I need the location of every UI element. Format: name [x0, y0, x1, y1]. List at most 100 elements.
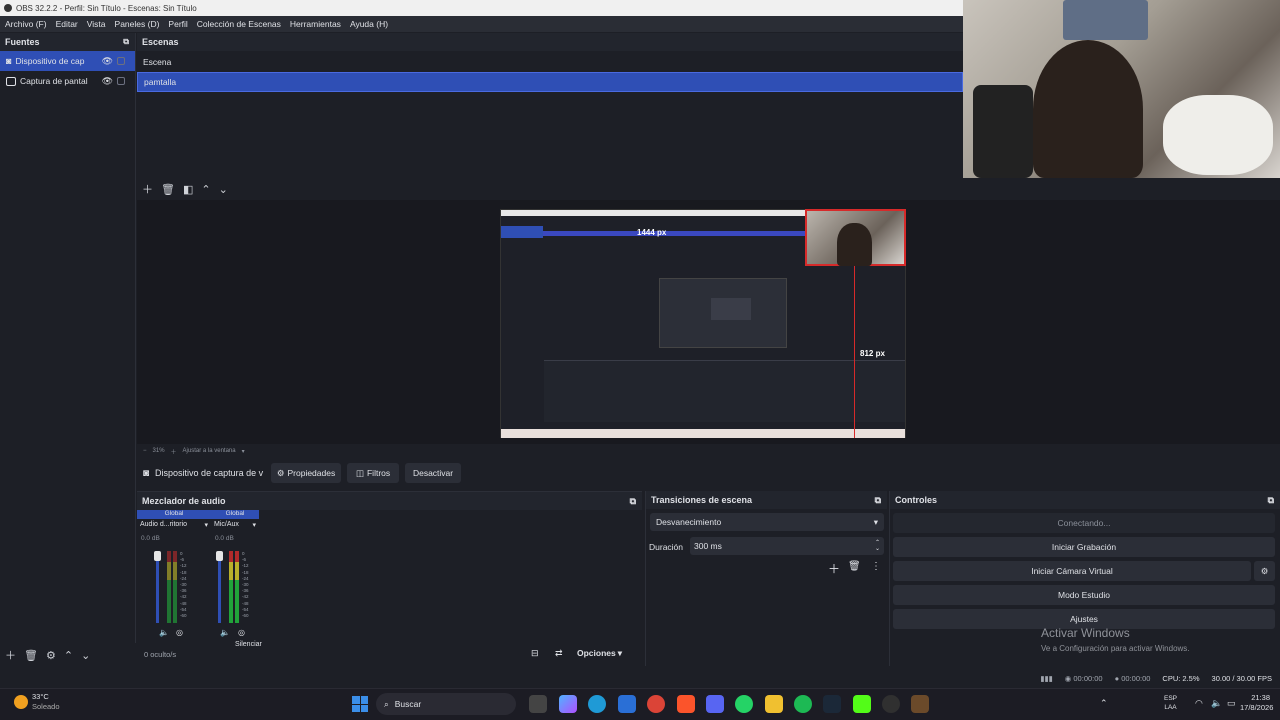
dropdown-icon[interactable]: ▾ — [252, 521, 256, 529]
brave-icon[interactable] — [677, 695, 695, 713]
explorer-icon[interactable] — [765, 695, 783, 713]
options-label: Opciones — [577, 648, 616, 658]
source-item-screen[interactable]: Captura de pantal 👁 — [0, 71, 135, 91]
gear-icon[interactable]: ⚙ — [46, 649, 56, 662]
properties-button[interactable]: ⚙ Propiedades — [271, 463, 342, 483]
duration-label: Duración — [649, 542, 684, 552]
app-icon[interactable] — [911, 695, 929, 713]
windows-taskbar — [0, 688, 1280, 720]
virtual-camera-settings-button[interactable]: ⚙ — [1254, 561, 1275, 581]
channel-name: Mic/Aux — [214, 521, 239, 528]
speaker-icon[interactable]: 🔈 — [159, 628, 169, 637]
menu-editar[interactable]: Editar — [56, 19, 78, 29]
clock[interactable]: 21:38 17/8/2026 — [1240, 693, 1273, 713]
gear-icon: ⚙ — [1260, 565, 1269, 576]
preview-area[interactable]: 1444 px 812 px − 31% ＋ Ajustar a la vent… — [137, 200, 1280, 456]
menu-perfil[interactable]: Perfil — [168, 19, 187, 29]
taskview-icon[interactable] — [529, 695, 547, 713]
kick-icon[interactable] — [853, 695, 871, 713]
fps: 30.00 / 30.00 FPS — [1211, 674, 1272, 683]
transitions-title: Transiciones de escena ⧉ — [646, 491, 887, 509]
filter-icon[interactable]: ◧ — [183, 183, 193, 196]
monitor-headphones-icon[interactable]: ◎ — [238, 628, 245, 637]
start-virtual-camera-button[interactable]: Iniciar Cámara Virtual — [893, 561, 1251, 581]
menu-vista[interactable]: Vista — [87, 19, 106, 29]
add-icon[interactable]: ＋ — [828, 560, 840, 577]
lock-icon[interactable] — [117, 57, 125, 65]
menu-herramientas[interactable]: Herramientas — [290, 19, 341, 29]
trash-icon[interactable]: 🗑 — [848, 561, 861, 572]
chevron-up-icon[interactable]: ⌃ — [201, 183, 210, 196]
studio-mode-button[interactable]: Modo Estudio — [893, 585, 1275, 605]
chevron-down-icon[interactable]: ⌄ — [219, 183, 228, 196]
menu-paneles[interactable]: Paneles (D) — [115, 19, 160, 29]
mixer-title: Mezclador de audio ⧉ — [137, 492, 642, 510]
chevron-up-icon[interactable]: ⌃ — [64, 649, 73, 662]
scenes-toolbar: ＋ 🗑 ◧ ⌃ ⌄ — [140, 181, 340, 197]
visibility-eye-icon[interactable]: 👁 — [102, 56, 113, 67]
fit-window[interactable]: Ajustar a la ventana — [183, 448, 236, 454]
scene-item-escena[interactable]: Escena — [137, 52, 963, 72]
layout-icon[interactable]: ⊟ — [531, 648, 539, 659]
battery-icon[interactable]: ▭ — [1227, 698, 1236, 709]
weather-widget[interactable]: 33°C Soleado — [14, 692, 60, 712]
webcam-feed — [963, 0, 1280, 178]
options-button[interactable]: Opciones ▾ — [577, 648, 622, 659]
whatsapp-icon[interactable] — [735, 695, 753, 713]
obs-icon[interactable] — [882, 695, 900, 713]
store-icon[interactable] — [618, 695, 636, 713]
add-icon[interactable]: ＋ — [5, 647, 16, 663]
mixer-channel-desktop: Global Audio d...ritorio ▾ 0.0 dB 0 -6 -12… — [137, 510, 211, 645]
trash-icon[interactable]: 🗑 — [24, 649, 38, 662]
taskbar-search[interactable]: ⌕ Buscar — [376, 693, 516, 715]
scene-item-pamtalla[interactable]: pamtalla — [137, 72, 963, 92]
menu-coleccion[interactable]: Colección de Escenas — [197, 19, 281, 29]
language-indicator[interactable]: ESP LAA — [1164, 694, 1177, 712]
undock-icon[interactable]: ⧉ — [1268, 495, 1274, 506]
stepper-icon[interactable]: ⌃ ⌄ — [875, 540, 880, 552]
more-options-icon[interactable]: ⋮ — [871, 561, 881, 572]
discord-icon[interactable] — [706, 695, 724, 713]
zoom-out-icon[interactable]: − — [143, 448, 147, 454]
wifi-icon[interactable]: ◠ — [1195, 698, 1203, 709]
undock-icon[interactable]: ⧉ — [630, 496, 636, 507]
dropdown-icon[interactable]: ▾ — [204, 521, 208, 529]
source-item-camera[interactable]: ◙ Dispositivo de cap 👁 — [0, 51, 135, 71]
start-button[interactable] — [352, 696, 368, 712]
volume-slider-track[interactable] — [156, 551, 159, 623]
undock-icon[interactable]: ⧉ — [123, 37, 129, 47]
filters-button[interactable]: ◫ Filtros — [347, 463, 400, 483]
spotify-icon[interactable] — [794, 695, 812, 713]
steam-icon[interactable] — [823, 695, 841, 713]
volume-slider-track[interactable] — [218, 551, 221, 623]
speaker-icon[interactable]: 🔈 — [220, 628, 230, 637]
copilot-icon[interactable] — [559, 695, 577, 713]
deactivate-button[interactable]: Desactivar — [405, 463, 462, 483]
volume-icon[interactable]: 🔈 — [1211, 698, 1222, 709]
volume-slider-handle[interactable] — [216, 551, 223, 561]
visibility-eye-icon[interactable]: 👁 — [102, 76, 113, 87]
tray-chevron-icon[interactable]: ⌃ — [1100, 698, 1108, 709]
volume-slider-handle[interactable] — [154, 551, 161, 561]
trash-icon[interactable]: 🗑 — [161, 183, 175, 196]
source-label: Captura de pantal — [20, 76, 88, 86]
duration-input[interactable]: 300 ms ⌃ ⌄ — [690, 537, 884, 555]
chrome-icon[interactable] — [647, 695, 665, 713]
menu-ayuda[interactable]: Ayuda (H) — [350, 19, 388, 29]
add-icon[interactable]: ＋ — [142, 181, 153, 197]
status-bar: ▮▮▮ ◉ 00:00:00 ● 00:00:00 CPU: 2.5% 30.0… — [0, 670, 1280, 687]
monitor-headphones-icon[interactable]: ◎ — [176, 628, 183, 637]
selected-source-bounds[interactable] — [805, 209, 906, 266]
menu-archivo[interactable]: Archivo (F) — [5, 19, 47, 29]
link-icon[interactable]: ⇄ — [555, 648, 563, 659]
transition-select[interactable]: Desvanecimiento ▾ — [650, 513, 884, 531]
height-guide-line — [854, 266, 855, 438]
zoom-in-icon[interactable]: ＋ — [171, 447, 177, 456]
edge-icon[interactable] — [588, 695, 606, 713]
camera-icon: ◙ — [6, 56, 12, 66]
lock-icon[interactable] — [117, 77, 125, 85]
undock-icon[interactable]: ⧉ — [875, 495, 881, 506]
start-recording-button[interactable]: Iniciar Grabación — [893, 537, 1275, 557]
chevron-down-icon[interactable]: ⌄ — [81, 649, 90, 662]
dropdown-icon[interactable]: ▾ — [242, 448, 245, 455]
